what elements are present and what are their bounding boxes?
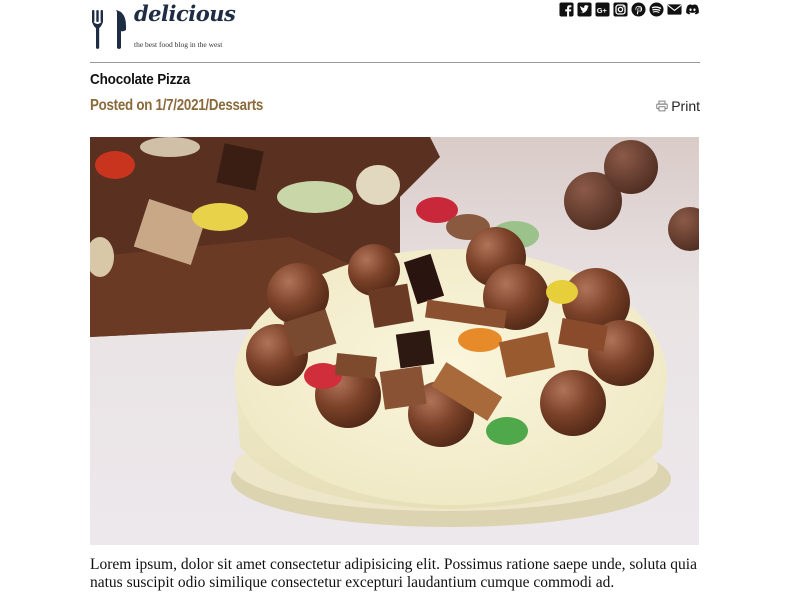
brand: delicious bbox=[134, 2, 236, 26]
email-icon[interactable] bbox=[667, 2, 682, 17]
print-label: Print bbox=[671, 98, 700, 114]
instagram-icon[interactable] bbox=[613, 2, 628, 17]
twitter-icon[interactable] bbox=[577, 2, 592, 17]
post-body: Lorem ipsum, dolor sit amet consectetur … bbox=[90, 556, 697, 591]
chocolate-pizza-photo bbox=[90, 137, 699, 545]
pinterest-icon[interactable] bbox=[631, 2, 646, 17]
printer-icon bbox=[656, 100, 668, 112]
post-image bbox=[90, 137, 699, 545]
facebook-icon[interactable] bbox=[559, 2, 574, 17]
spotify-icon[interactable] bbox=[649, 2, 664, 17]
site-logo[interactable] bbox=[90, 8, 130, 50]
site-name[interactable]: delicious bbox=[134, 2, 236, 26]
site-header: delicious the best food blog in the west… bbox=[90, 0, 700, 63]
fork-knife-icon bbox=[92, 10, 126, 49]
post-meta: Posted on 1/7/2021/Dessarts bbox=[90, 97, 264, 114]
print-button[interactable]: Print bbox=[656, 98, 700, 114]
google-plus-icon[interactable]: G+ bbox=[595, 2, 610, 17]
discord-icon[interactable] bbox=[685, 2, 700, 17]
social-links: G+ bbox=[559, 2, 700, 17]
post-title: Chocolate Pizza bbox=[90, 71, 191, 88]
svg-text:G+: G+ bbox=[597, 6, 608, 15]
site-tagline: the best food blog in the west bbox=[134, 40, 223, 49]
page: delicious the best food blog in the west… bbox=[90, 0, 700, 591]
